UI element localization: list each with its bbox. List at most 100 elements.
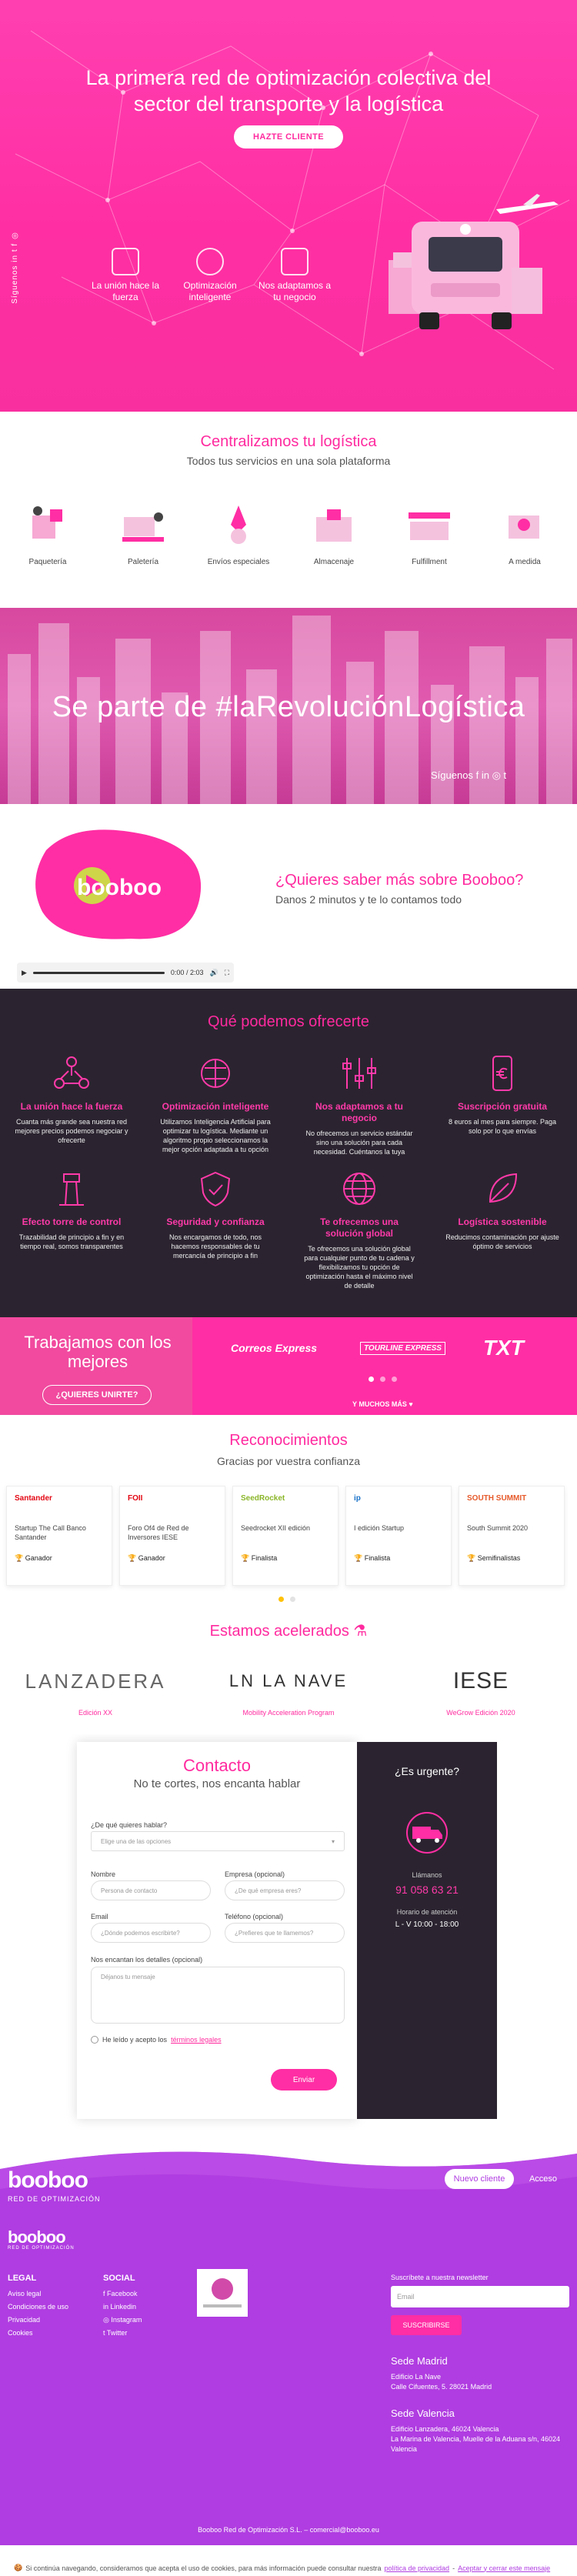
linkedin-icon[interactable]: in	[11, 255, 19, 262]
award-badge: 🏆 Finalista	[241, 1554, 278, 1562]
hazte-cliente-button[interactable]: HAZTE CLIENTE	[234, 125, 343, 148]
accelerator-label: WeGrow Edición 2020	[446, 1709, 515, 1717]
terms-row: He leído y acepto los términos legales	[91, 2036, 222, 2044]
carousel-dot[interactable]	[278, 1597, 284, 1602]
handshake-icon	[112, 248, 139, 275]
phone-input[interactable]: ¿Prefieres que te llamemos?	[225, 1923, 345, 1943]
video-progress[interactable]	[32, 971, 165, 974]
service-a-medida[interactable]: A medida	[486, 502, 563, 566]
hero-social-bar: Síguenos in t f ◎	[11, 231, 19, 304]
condiciones-link[interactable]: Condiciones de uso	[8, 2301, 68, 2314]
privacidad-link[interactable]: Privacidad	[8, 2314, 68, 2327]
carousel-dot[interactable]	[380, 1376, 385, 1382]
email-input[interactable]: ¿Dónde podemos escribirte?	[91, 1923, 211, 1943]
offer-title: La unión hace la fuerza	[20, 1101, 123, 1112]
name-label: Nombre	[91, 1870, 116, 1878]
urgent-panel: ¿Es urgente? Llámanos 91 058 63 21 Horar…	[357, 1742, 497, 2119]
facebook-icon[interactable]: f	[476, 769, 479, 781]
instagram-link[interactable]: ◎ Instagram	[103, 2314, 142, 2327]
award-badge: 🏆 Ganador	[128, 1554, 165, 1562]
trophy-icon: 🏆	[354, 1554, 363, 1562]
revolucion-social: Síguenos f in ◎ t	[431, 769, 506, 782]
footer-logo: booboo	[8, 2227, 66, 2247]
play-icon[interactable]: ▶	[22, 969, 27, 977]
offer-title: Nos adaptamos a tu negocio	[315, 1101, 404, 1123]
fulfillment-icon	[409, 512, 450, 540]
privacy-policy-link[interactable]: política de privacidad	[385, 2564, 450, 2572]
instagram-icon[interactable]: ◎	[11, 231, 19, 240]
facebook-link[interactable]: f Facebook	[103, 2287, 142, 2301]
video-controls[interactable]: ▶ 0:00 / 2:03 🔊 ⛶	[17, 963, 234, 983]
awards-carousel-dots[interactable]	[278, 1597, 295, 1602]
service-paleteria[interactable]: Paletería	[105, 502, 182, 566]
nuevo-cliente-button[interactable]: Nuevo cliente	[445, 2169, 514, 2189]
legal-title: LEGAL	[8, 2274, 37, 2283]
award-logo: Santander	[15, 1494, 52, 1503]
linkedin-link[interactable]: in Linkedin	[103, 2301, 142, 2314]
fullscreen-icon[interactable]: ⛶	[225, 969, 229, 977]
company-input[interactable]: ¿De qué empresa eres?	[225, 1880, 345, 1900]
video-subtitle: Danos 2 minutos y te lo contamos todo	[275, 893, 462, 906]
award-card-south-summit: SOUTH SUMMIT South Summit 2020 🏆 Semifin…	[459, 1486, 565, 1586]
linkedin-icon[interactable]: in	[482, 769, 489, 781]
aviso-legal-link[interactable]: Aviso legal	[8, 2287, 68, 2301]
carousel-dot[interactable]	[369, 1376, 374, 1382]
service-label: Paquetería	[28, 558, 67, 566]
name-input[interactable]: Persona de contacto	[91, 1880, 211, 1900]
facebook-icon[interactable]: f	[11, 243, 19, 246]
ofrecer-title: Qué podemos ofrecerte	[207, 1013, 370, 1030]
phone-euro-icon	[492, 1056, 512, 1091]
social-title: SOCIAL	[103, 2274, 135, 2283]
hero-section: La primera red de optimización colectiva…	[0, 0, 577, 412]
feature-label: Optimización inteligente	[183, 280, 237, 302]
accelerator-label: Edición XX	[78, 1709, 113, 1717]
hero-feature-union: La unión hace la fuerza	[87, 248, 164, 303]
urgent-phone[interactable]: 91 058 63 21	[357, 1884, 497, 1896]
pallet-icon	[122, 512, 164, 542]
service-fulfillment[interactable]: Fulfillment	[391, 502, 468, 566]
quieres-unirte-button[interactable]: ¿QUIERES UNIRTE?	[42, 1385, 152, 1405]
footer-logo-top[interactable]: booboo	[8, 2167, 88, 2194]
terms-checkbox[interactable]	[91, 2036, 98, 2044]
offer-title: Te ofrecemos una solución global	[320, 1216, 399, 1239]
twitter-icon[interactable]: t	[11, 249, 19, 252]
award-card-seedrocket: SeedRocket Seedrocket XII edición 🏆 Fina…	[232, 1486, 339, 1586]
urgent-call-label: Llámanos	[412, 1871, 442, 1879]
award-text: Foro Of4 de Red de Inversores IESE	[128, 1524, 189, 1541]
details-textarea[interactable]: Déjanos tu mensaje	[91, 1967, 345, 2024]
delivery-van-illustration	[389, 222, 542, 329]
accept-cookies-link[interactable]: Aceptar y cerrar este mensaje	[458, 2564, 550, 2572]
accelerator-logo: IESE	[452, 1668, 509, 1693]
award-card-foii: FOII Foro Of4 de Red de Inversores IESE …	[119, 1486, 225, 1586]
offer-desc: 8 euros al mes para siempre. Paga solo p…	[448, 1118, 557, 1135]
accelerator-logo: LN LA NAVE	[228, 1671, 349, 1690]
twitter-icon[interactable]: t	[504, 769, 507, 781]
send-button[interactable]: Enviar	[271, 2069, 337, 2090]
subscribe-button[interactable]: SUSCRIBIRSE	[391, 2315, 462, 2335]
brain-icon	[196, 248, 224, 275]
service-almacenaje[interactable]: Almacenaje	[295, 502, 372, 566]
instagram-icon[interactable]: ◎	[492, 769, 501, 781]
acceso-button[interactable]: Acceso	[522, 2169, 565, 2189]
delivery-truck-icon	[406, 1812, 448, 1854]
carousel-dot[interactable]	[392, 1376, 397, 1382]
chevron-down-icon: ▾	[331, 1837, 335, 1845]
carousel-dot[interactable]	[290, 1597, 295, 1602]
partner-logo-correos-express: Correos Express	[231, 1342, 318, 1354]
service-paqueteria[interactable]: Paquetería	[9, 502, 86, 566]
reconocimientos-title: Reconocimientos	[229, 1432, 348, 1449]
cookies-link[interactable]: Cookies	[8, 2327, 68, 2340]
offer-solucion-global: Te ofrecemos una solución global Te ofre…	[302, 1170, 417, 1290]
valencia-title: Sede Valencia	[391, 2407, 455, 2419]
volume-icon[interactable]: 🔊	[209, 969, 218, 977]
terms-link[interactable]: términos legales	[171, 2036, 222, 2044]
partners-carousel-dots[interactable]	[369, 1376, 397, 1382]
service-envios-especiales[interactable]: Envíos especiales	[200, 502, 277, 566]
topic-select[interactable]: Elige una de las opciones ▾	[91, 1831, 345, 1851]
newsletter-email-input[interactable]: Email	[391, 2286, 569, 2307]
contact-subtitle: No te cortes, nos encanta hablar	[133, 1777, 301, 1790]
twitter-link[interactable]: t Twitter	[103, 2327, 142, 2340]
eu-funding-badge	[197, 2269, 248, 2317]
service-label: Paletería	[127, 558, 159, 566]
partners-section: Trabajamos con los mejores ¿QUIERES UNIR…	[0, 1317, 577, 1415]
